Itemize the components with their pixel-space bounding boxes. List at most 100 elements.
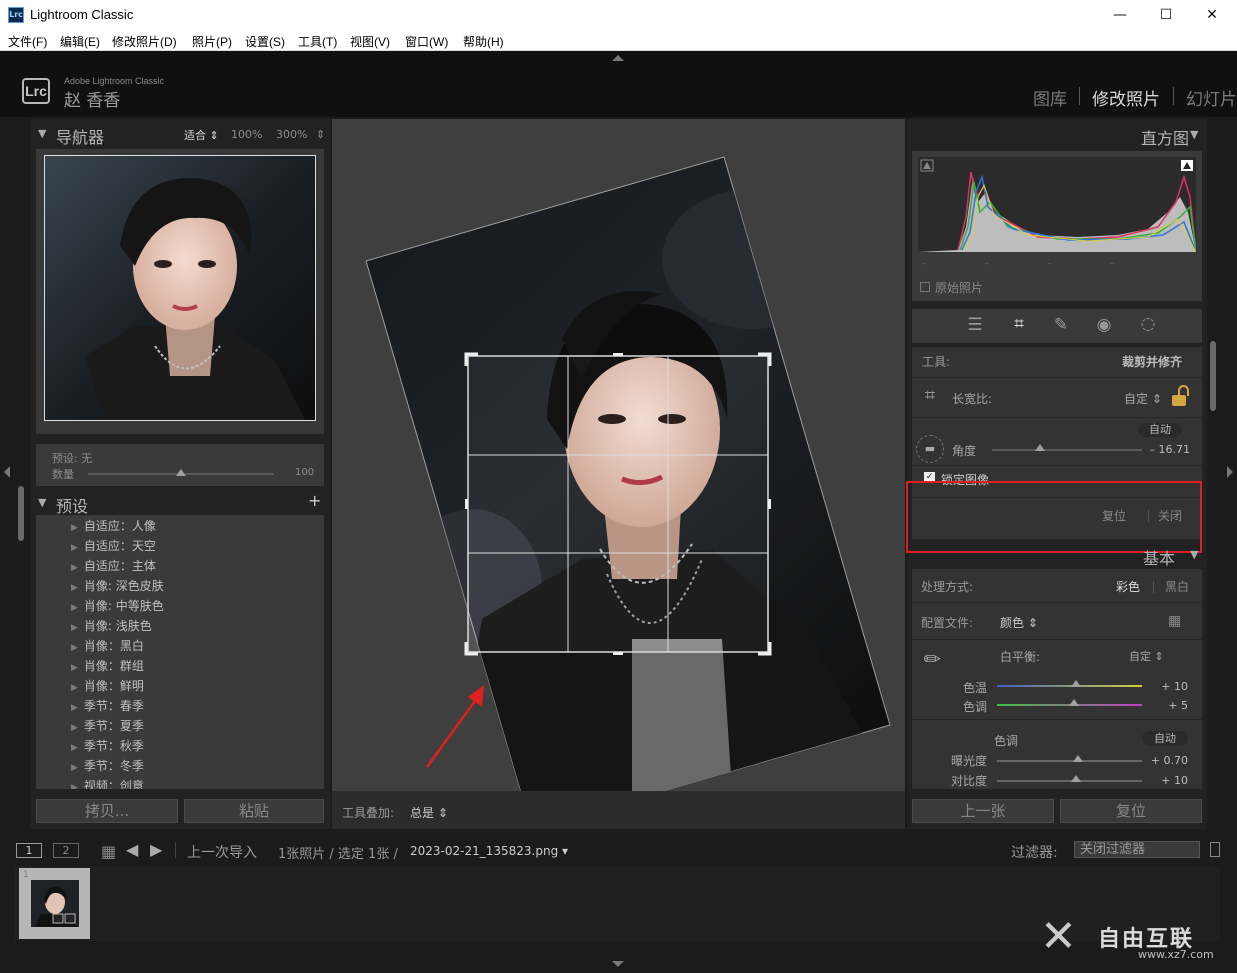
menu-file[interactable]: 文件(F) xyxy=(8,33,47,50)
profile-select[interactable]: 颜色 ⇕ xyxy=(1000,614,1038,631)
histogram-graph[interactable] xyxy=(918,157,1196,252)
crop-reset-button[interactable]: 复位 xyxy=(1102,507,1126,524)
angle-value[interactable]: – 16.71 xyxy=(1142,443,1191,456)
forward-arrow-icon[interactable]: ▶ xyxy=(150,840,162,859)
list-item[interactable]: ▶ 季节：冬季 xyxy=(71,757,144,774)
collapse-top-icon[interactable] xyxy=(612,55,624,61)
list-item[interactable]: ▶ 季节：春季 xyxy=(71,697,144,714)
collapse-left-icon[interactable] xyxy=(4,466,10,478)
healing-brush-icon[interactable]: ✎ xyxy=(1049,315,1073,335)
menu-photo[interactable]: 照片(P) xyxy=(192,33,232,50)
list-item[interactable]: ▶ 肖像: 中等肤色 xyxy=(71,597,164,614)
amount-slider-thumb[interactable] xyxy=(176,469,186,476)
window-2-button[interactable]: 2 xyxy=(53,843,79,858)
filter-lock-icon[interactable] xyxy=(1210,842,1220,857)
copy-button[interactable]: 拷贝... xyxy=(36,799,178,823)
wb-select[interactable]: 自定 ⇕ xyxy=(1129,648,1164,664)
temp-label: 色温 xyxy=(963,681,988,695)
red-eye-icon[interactable]: ◉ xyxy=(1092,315,1116,335)
lock-open-icon[interactable] xyxy=(1170,385,1189,407)
list-item[interactable]: ▶ 肖像: 浅肤色 xyxy=(71,617,152,634)
list-item[interactable]: ▶ 视频：创意 xyxy=(71,777,144,789)
module-library[interactable]: 图库 xyxy=(1033,85,1067,110)
tone-auto-button[interactable]: 自动 xyxy=(1142,731,1188,746)
right-scrollbar[interactable] xyxy=(1210,341,1216,411)
list-item[interactable]: ▶ 自适应：人像 xyxy=(71,517,156,534)
disclosure-triangle-icon[interactable]: ▼ xyxy=(38,496,46,509)
contrast-value[interactable]: + 10 xyxy=(1150,774,1188,787)
aspect-select[interactable]: 自定 ⇕ xyxy=(1124,390,1162,407)
eyedropper-icon[interactable]: ✎ xyxy=(918,645,947,674)
menu-help[interactable]: 帮助(H) xyxy=(463,33,504,50)
zoom-more[interactable]: ⇕ xyxy=(316,128,325,141)
temp-slider-track[interactable] xyxy=(997,685,1142,687)
mask-icon[interactable]: ◌ xyxy=(1136,314,1160,334)
crop-frame-icon[interactable]: ⌗ xyxy=(918,385,942,406)
left-scrollbar[interactable] xyxy=(18,486,24,541)
film-thumbnail-cell[interactable]: 1 xyxy=(19,868,90,939)
sliders-icon[interactable]: ☰ xyxy=(963,315,987,335)
zoom-100[interactable]: 100% xyxy=(231,128,262,141)
treatment-bw[interactable]: 黑白 xyxy=(1165,578,1189,595)
list-item[interactable]: ▶ 自适应：主体 xyxy=(71,557,156,574)
menu-edit[interactable]: 编辑(E) xyxy=(60,33,100,50)
list-item[interactable]: ▶ 季节：秋季 xyxy=(71,737,144,754)
zoom-fit[interactable]: 适合 ⇕ xyxy=(184,127,219,143)
close-button[interactable]: ✕ xyxy=(1189,0,1235,30)
previous-button[interactable]: 上一张 xyxy=(912,799,1054,823)
minimize-button[interactable]: — xyxy=(1097,0,1143,30)
crop-close-button[interactable]: 关闭 xyxy=(1158,507,1182,524)
list-item[interactable]: ▶ 肖像：群组 xyxy=(71,657,144,674)
lock-image-label[interactable]: 锁定图像 xyxy=(941,471,989,488)
exposure-slider-thumb[interactable] xyxy=(1073,755,1083,762)
temp-value[interactable]: + 10 xyxy=(1150,680,1188,693)
menu-settings[interactable]: 设置(S) xyxy=(245,33,285,50)
filename-label[interactable]: 2023-02-21_135823.png ▾ xyxy=(410,844,568,858)
list-item[interactable]: ▶ 季节：夏季 xyxy=(71,717,144,734)
exposure-value[interactable]: + 0.70 xyxy=(1146,754,1188,767)
profile-browser-icon[interactable]: ▦ xyxy=(1168,613,1181,629)
tool-overlay-select[interactable]: 总是 ⇕ xyxy=(410,804,448,821)
tint-slider-thumb[interactable] xyxy=(1069,699,1079,706)
list-item[interactable]: ▶ 肖像：黑白 xyxy=(71,637,144,654)
reset-button[interactable]: 复位 xyxy=(1060,799,1202,823)
list-item[interactable]: ▶ 肖像：鲜明 xyxy=(71,677,144,694)
angle-slider-track[interactable] xyxy=(992,449,1142,451)
menu-view[interactable]: 视图(V) xyxy=(350,33,390,50)
exposure-slider-track[interactable] xyxy=(997,760,1142,762)
add-preset-icon[interactable]: + xyxy=(308,491,321,510)
original-photo-checkbox[interactable] xyxy=(920,282,930,292)
filter-select[interactable]: 关闭过滤器 xyxy=(1074,841,1200,858)
contrast-slider-thumb[interactable] xyxy=(1071,775,1081,782)
back-arrow-icon[interactable]: ◀ xyxy=(126,840,138,859)
image-canvas[interactable] xyxy=(332,119,905,791)
tint-value[interactable]: + 5 xyxy=(1150,699,1188,712)
module-slideshow[interactable]: 幻灯片 xyxy=(1186,85,1237,110)
crop-icon[interactable]: ⌗ xyxy=(1007,314,1031,334)
collapse-bottom-icon[interactable] xyxy=(612,961,624,967)
module-develop[interactable]: 修改照片 xyxy=(1092,85,1160,110)
maximize-button[interactable]: ☐ xyxy=(1143,0,1189,30)
auto-angle-button[interactable]: 自动 xyxy=(1138,423,1182,437)
disclosure-triangle-icon[interactable]: ▼ xyxy=(38,127,46,140)
treatment-color[interactable]: 彩色 xyxy=(1116,578,1140,595)
zoom-300[interactable]: 300% xyxy=(276,128,307,141)
list-item[interactable]: ▶ 肖像: 深色皮肤 xyxy=(71,577,164,594)
grid-view-icon[interactable]: ▦ xyxy=(101,842,116,861)
disclosure-triangle-icon[interactable]: ▼ xyxy=(1190,128,1198,141)
paste-button[interactable]: 粘贴 xyxy=(184,799,324,823)
contrast-slider-track[interactable] xyxy=(997,780,1142,782)
menu-develop[interactable]: 修改照片(D) xyxy=(112,33,177,50)
menu-tools[interactable]: 工具(T) xyxy=(298,33,337,50)
menu-window[interactable]: 窗口(W) xyxy=(405,33,448,50)
disclosure-triangle-icon[interactable]: ▼ xyxy=(1190,548,1198,561)
source-label[interactable]: 上一次导入 xyxy=(187,842,257,862)
window-1-button[interactable]: 1 xyxy=(16,843,42,858)
angle-slider-thumb[interactable] xyxy=(1035,444,1045,451)
temp-slider-thumb[interactable] xyxy=(1071,680,1081,687)
straighten-tool-icon[interactable]: ▬ xyxy=(916,435,944,463)
list-item[interactable]: ▶ 自适应：天空 xyxy=(71,537,156,554)
lock-image-checkbox[interactable]: ✓ xyxy=(924,472,935,483)
navigator-preview[interactable] xyxy=(44,155,316,421)
collapse-right-icon[interactable] xyxy=(1227,466,1233,478)
